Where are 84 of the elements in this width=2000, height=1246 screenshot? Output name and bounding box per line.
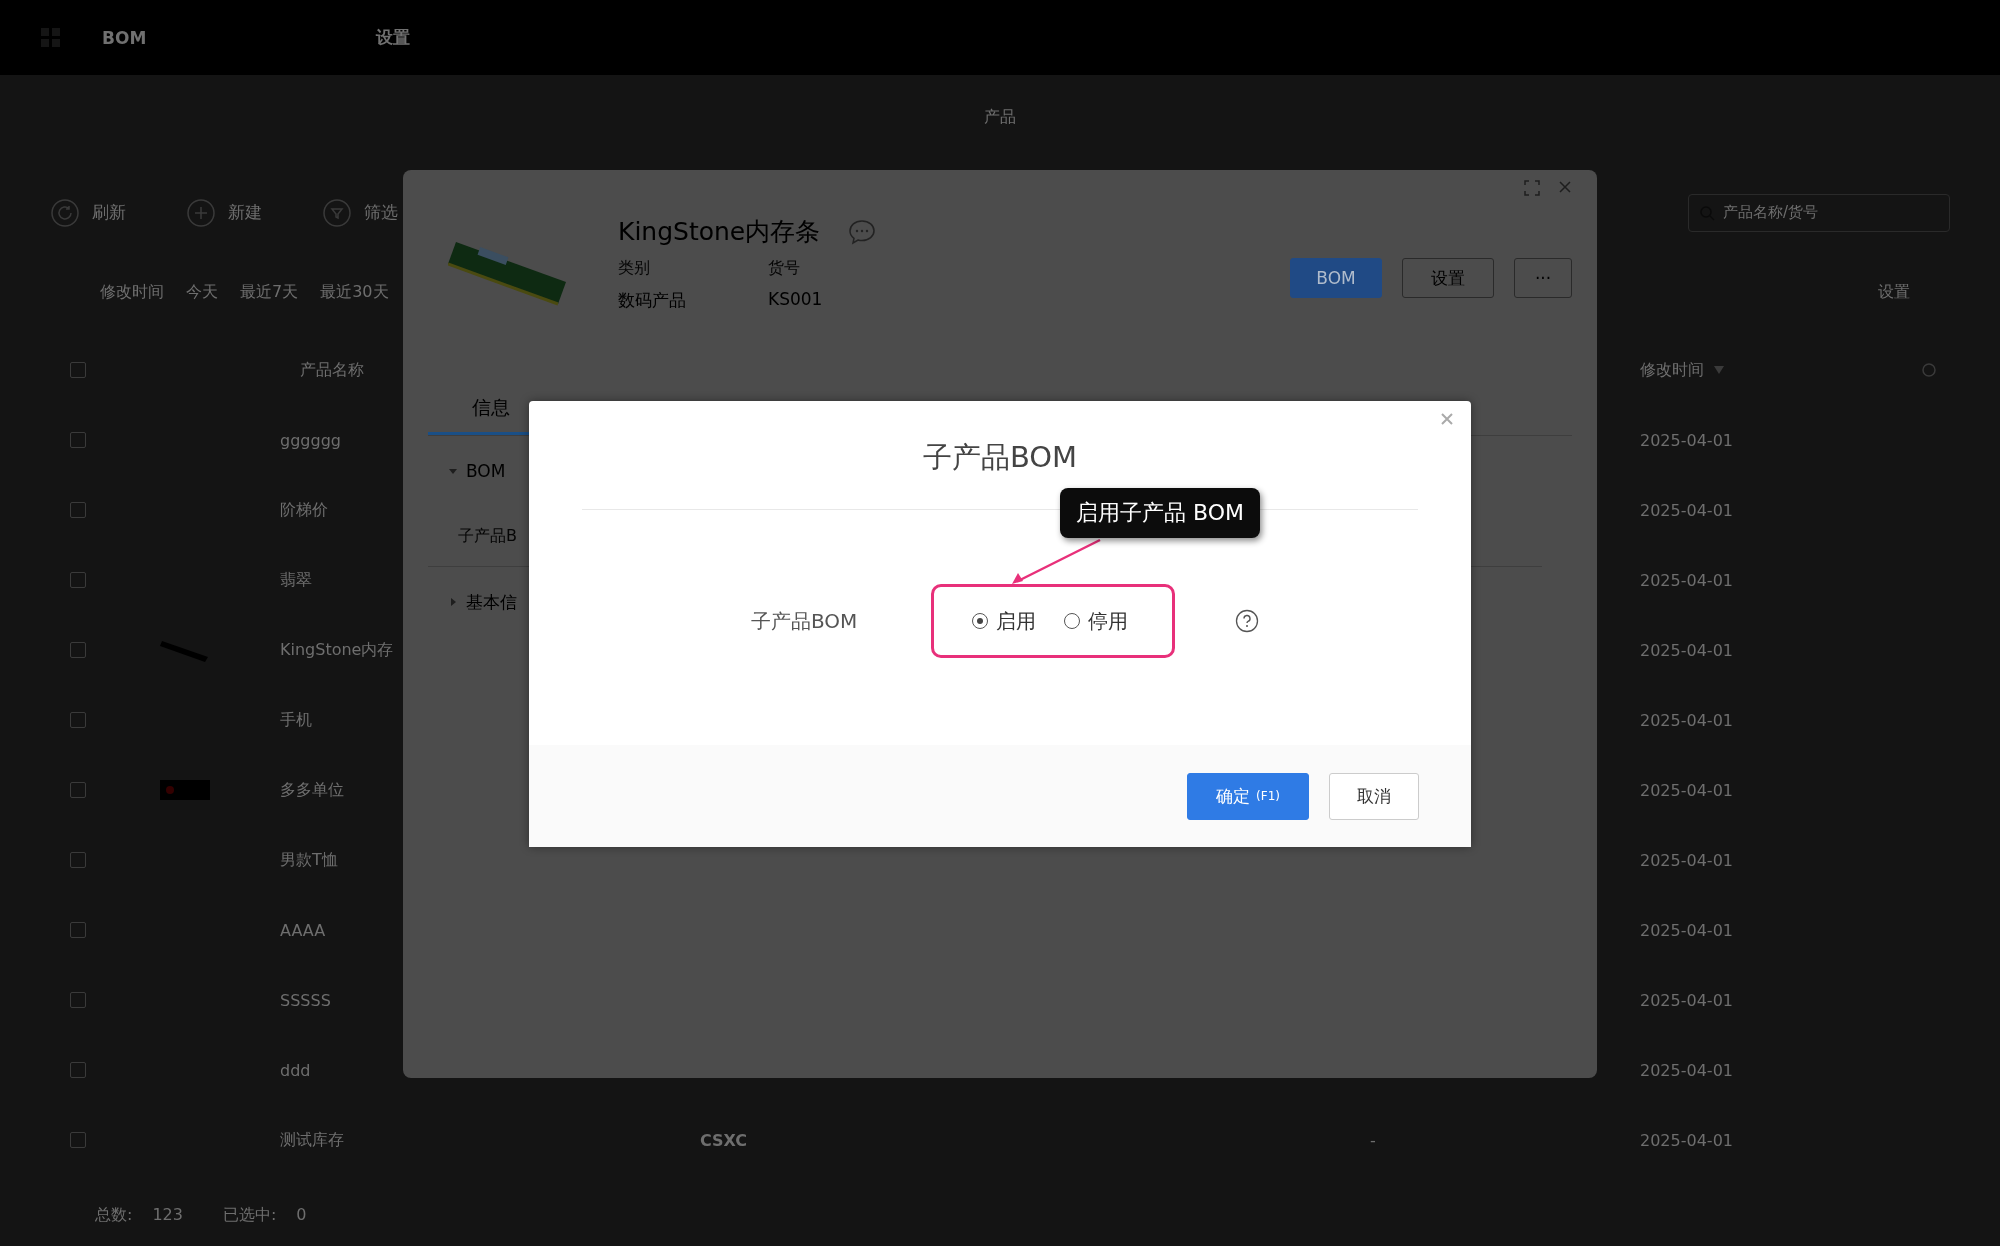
product-thumbnail: [160, 780, 210, 800]
fullscreen-icon[interactable]: [1524, 180, 1540, 196]
modified-date: 2025-04-01: [1640, 990, 1733, 1010]
row-checkbox[interactable]: [70, 852, 86, 868]
modified-date: 2025-04-01: [1640, 920, 1733, 940]
more-button[interactable]: ···: [1514, 258, 1572, 298]
modified-date: 2025-04-01: [1640, 710, 1733, 730]
close-icon: [1441, 413, 1453, 425]
modified-date: 2025-04-01: [1640, 430, 1733, 450]
filter-button[interactable]: 筛选: [322, 197, 398, 228]
field-label: 类别: [618, 258, 651, 279]
table-cell-text: -: [1369, 1130, 1376, 1150]
product-name: KingStone内存: [280, 639, 394, 661]
confirm-button[interactable]: 确定 (F1): [1187, 772, 1309, 820]
row-checkbox[interactable]: [70, 1132, 86, 1148]
footer-value: 0: [296, 1205, 307, 1226]
row-checkbox[interactable]: [70, 642, 86, 658]
select-all-checkbox[interactable]: [70, 362, 86, 378]
row-checkbox[interactable]: [70, 992, 86, 1008]
product-name: 手机: [280, 709, 312, 731]
field-label: 子产品BOM: [751, 607, 859, 635]
modified-date: 2025-04-01: [1640, 570, 1733, 590]
dialog-title: 子产品BOM: [922, 440, 1078, 474]
filter-icon: [322, 197, 352, 228]
cancel-button[interactable]: 取消: [1329, 772, 1419, 820]
radio-option[interactable]: 启用: [972, 607, 1036, 635]
column-header[interactable]: 修改时间: [1640, 359, 1704, 381]
product-name: 测试库存: [280, 1129, 344, 1151]
column-header: 产品名称: [299, 359, 364, 381]
row-checkbox[interactable]: [70, 782, 86, 798]
radio-option[interactable]: 停用: [1064, 607, 1128, 635]
brand-title: BOM: [102, 27, 147, 48]
product-name: 阶梯价: [280, 499, 328, 521]
product-name: SSSSS: [280, 990, 331, 1010]
field-value: 数码产品: [618, 289, 687, 312]
section-title[interactable]: BOM: [466, 461, 506, 481]
product-name: 男款T恤: [280, 849, 338, 871]
callout-label: 启用子产品 BOM: [1060, 488, 1260, 538]
modified-date: 2025-04-01: [1640, 640, 1733, 660]
modified-date: 2025-04-01: [1640, 850, 1733, 870]
modified-date: 2025-04-01: [1640, 780, 1733, 800]
footer-label: 总数:: [95, 1205, 133, 1226]
table-cell-text: CSXC: [699, 1130, 748, 1150]
field-value: KS001: [768, 289, 824, 311]
product-name: 多多单位: [280, 779, 344, 801]
nav-link[interactable]: 设置: [376, 26, 411, 49]
settings-button[interactable]: 设置: [1402, 258, 1494, 298]
product-name: AAAA: [280, 920, 326, 940]
caret-down-icon[interactable]: [448, 466, 458, 476]
bom-button[interactable]: BOM: [1290, 258, 1382, 298]
add-button[interactable]: 新建: [186, 197, 262, 228]
product-name: ddd: [280, 1060, 311, 1080]
section-row-label: 子产品B: [458, 525, 517, 547]
product-name: 翡翠: [280, 569, 312, 591]
search-field[interactable]: 产品名称/货号: [1688, 193, 1950, 232]
date-filter-link[interactable]: 今天: [186, 282, 218, 303]
help-icon[interactable]: [1235, 609, 1259, 633]
refresh-icon: [50, 197, 80, 228]
date-filter-link[interactable]: 最近30天: [320, 282, 389, 303]
field-label: 货号: [768, 258, 801, 279]
footer-value: 123: [152, 1205, 183, 1226]
date-filter-link[interactable]: 最近7天: [240, 282, 299, 303]
row-checkbox[interactable]: [70, 502, 86, 518]
sort-caret-icon[interactable]: [1714, 366, 1724, 374]
caret-right-icon[interactable]: [448, 597, 458, 607]
modified-date: 2025-04-01: [1640, 500, 1733, 520]
footer-label: 已选中:: [222, 1205, 277, 1226]
row-checkbox[interactable]: [70, 1062, 86, 1078]
refresh-button[interactable]: 刷新: [50, 197, 126, 228]
row-checkbox[interactable]: [70, 432, 86, 448]
modified-date: 2025-04-01: [1640, 1130, 1733, 1150]
close-icon[interactable]: [1558, 180, 1572, 194]
row-checkbox[interactable]: [70, 922, 86, 938]
section-title[interactable]: 基本信: [466, 590, 517, 614]
page-title: 产品: [984, 107, 1016, 126]
date-filter-link[interactable]: 修改时间: [100, 282, 164, 303]
product-name: gggggg: [280, 430, 341, 450]
modified-date: 2025-04-01: [1640, 1060, 1733, 1080]
plus-icon: [186, 197, 216, 228]
comment-icon[interactable]: [848, 218, 877, 245]
product-title: KingStone内存条: [618, 216, 821, 248]
row-checkbox[interactable]: [70, 712, 86, 728]
settings-link[interactable]: 设置: [1878, 282, 1910, 303]
row-checkbox[interactable]: [70, 572, 86, 588]
